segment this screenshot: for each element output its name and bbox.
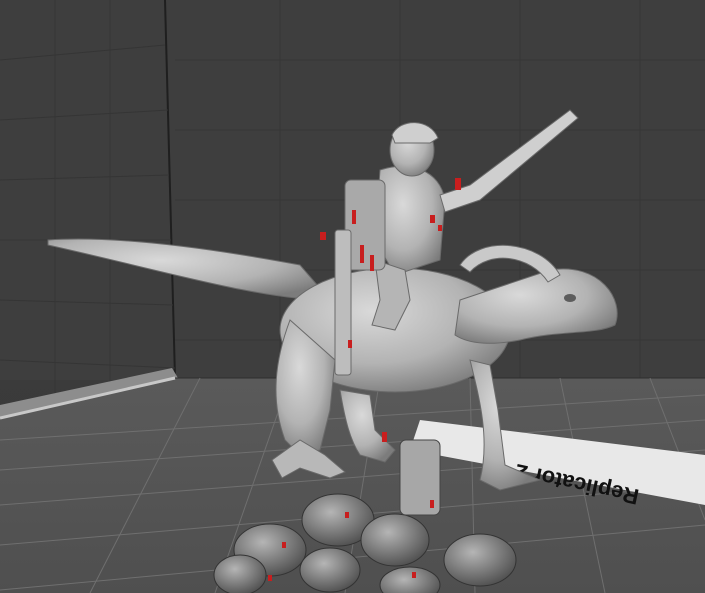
scene-canvas[interactable]: Replicator 2 [0, 0, 705, 593]
3d-viewport[interactable]: Replicator 2 [0, 0, 705, 593]
